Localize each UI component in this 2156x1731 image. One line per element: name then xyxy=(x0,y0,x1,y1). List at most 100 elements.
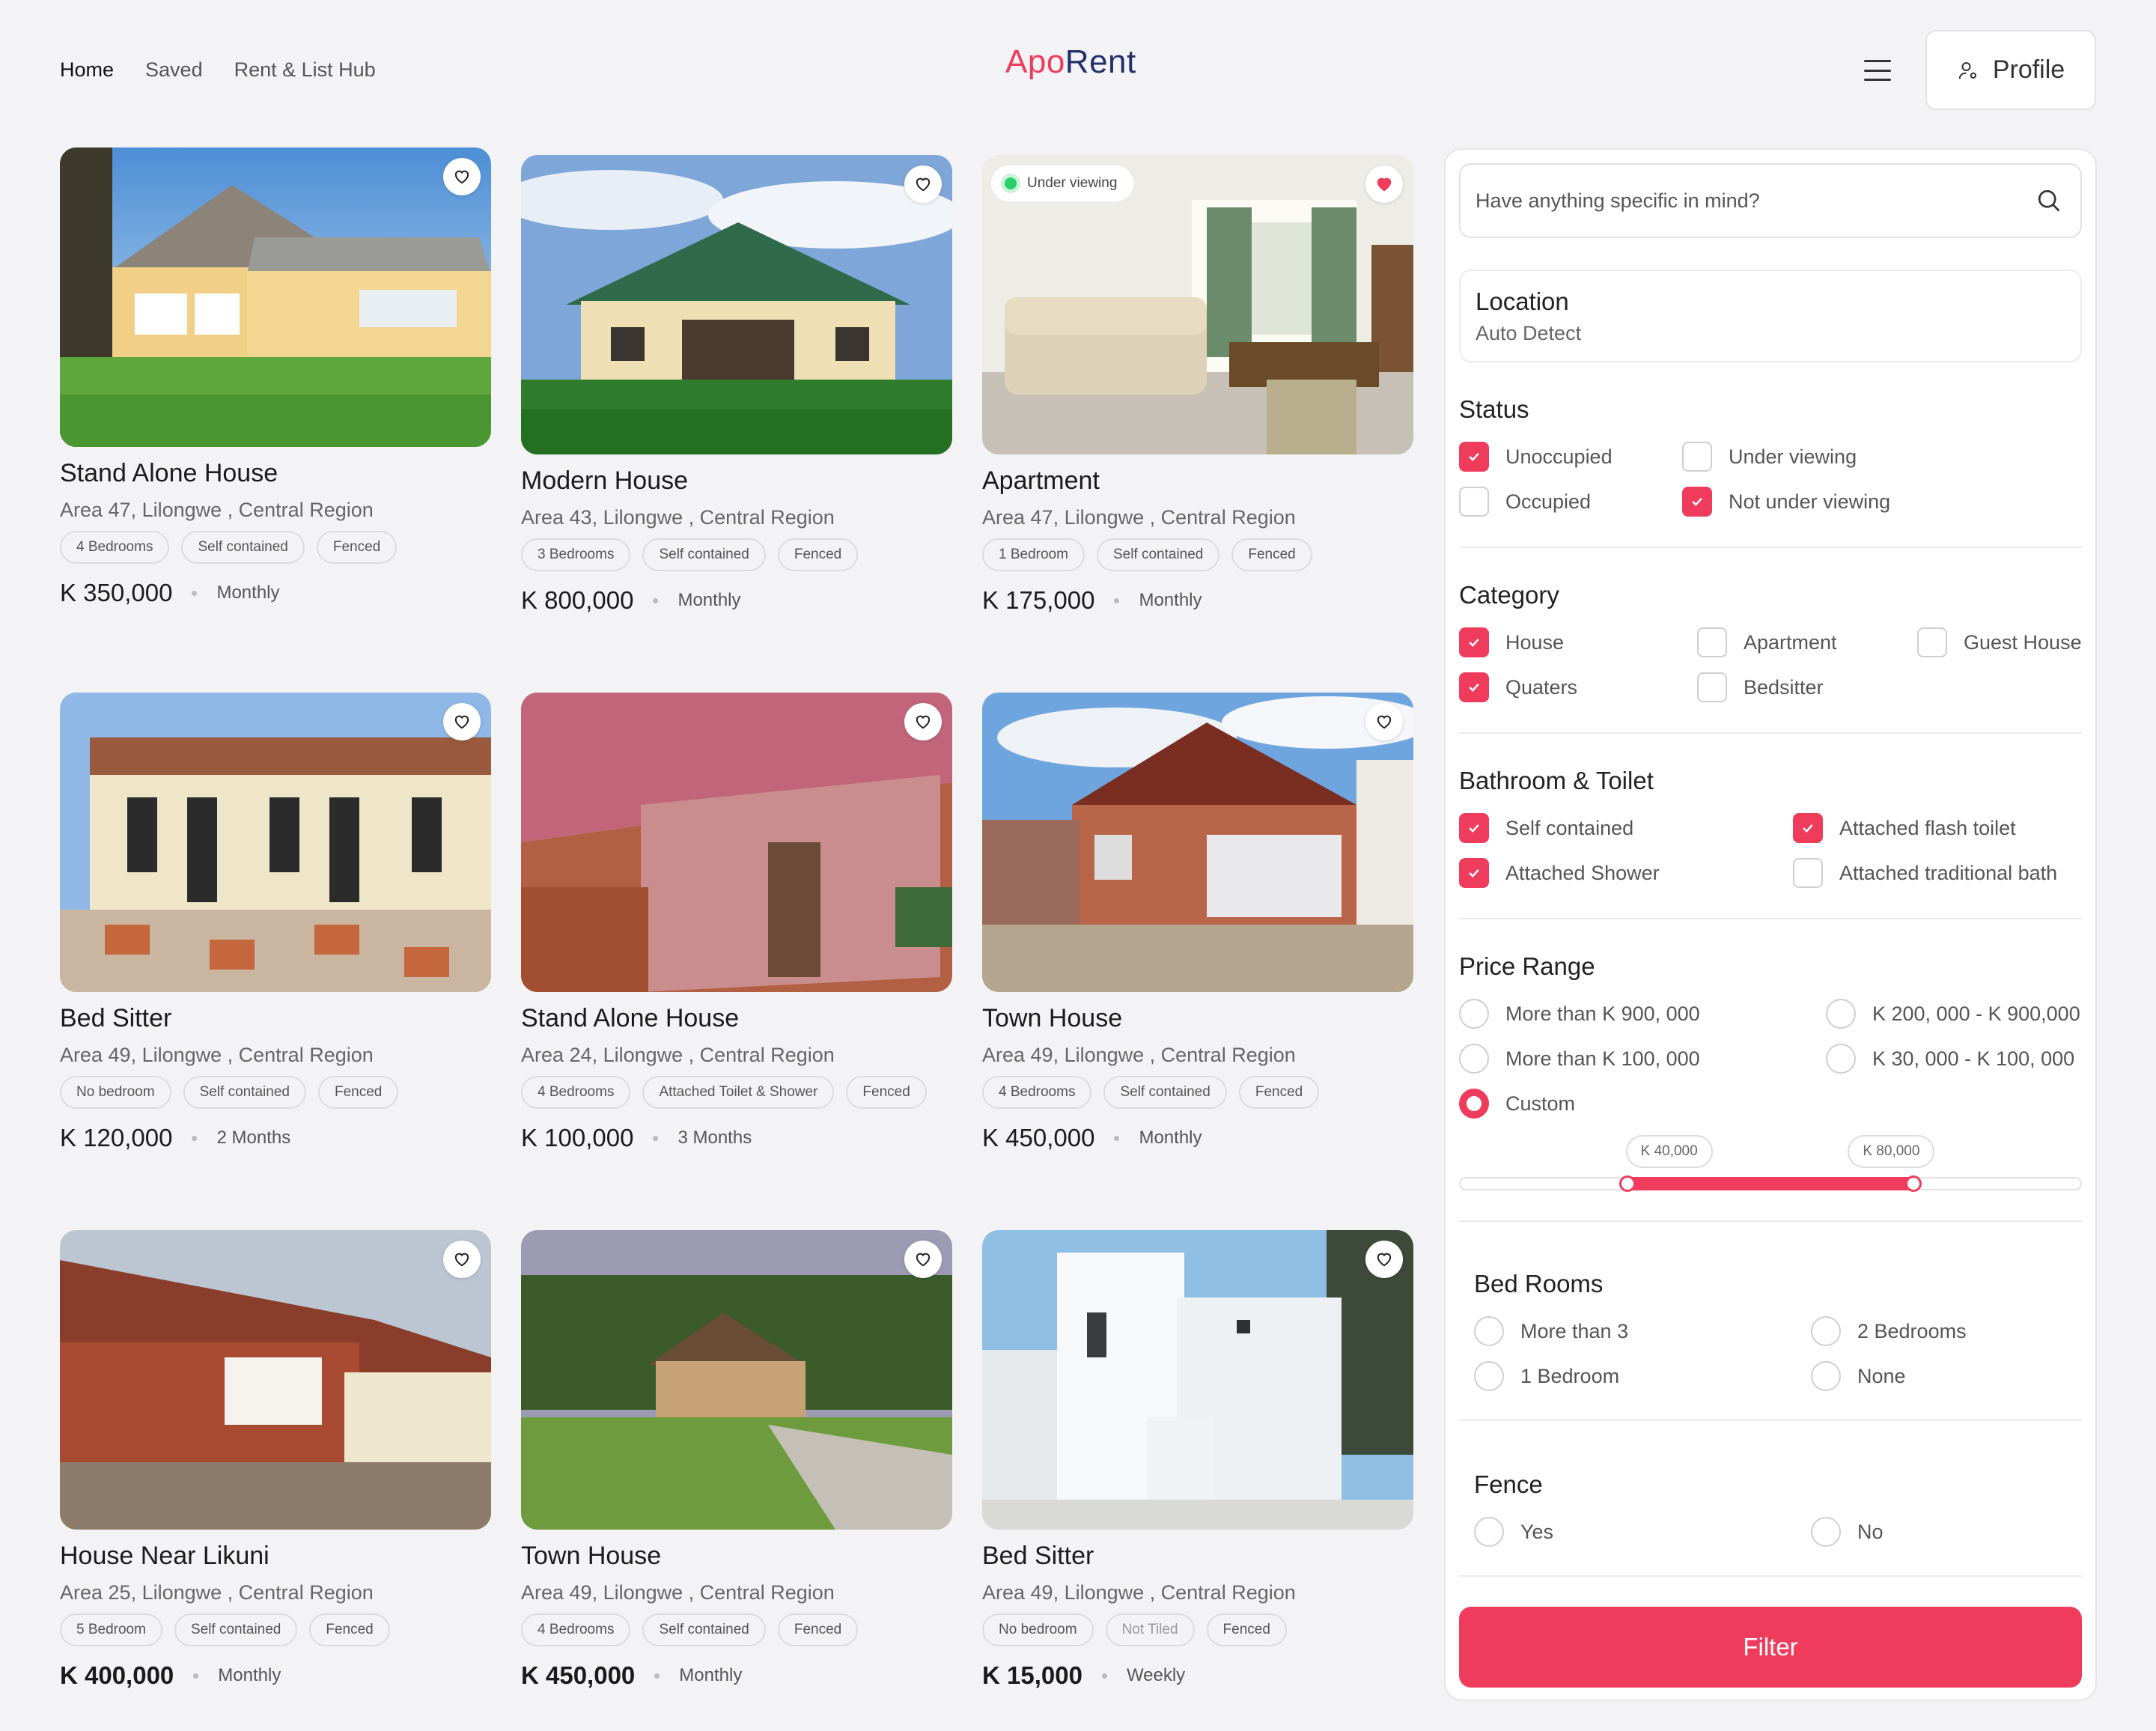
listing-card[interactable]: Stand Alone House Area 24, Lilongwe , Ce… xyxy=(521,693,952,1230)
favorite-heart-icon[interactable] xyxy=(1365,703,1403,740)
separator-dot xyxy=(653,1135,659,1141)
bathroom-flash-toilet-checkbox[interactable]: Attached flash toilet xyxy=(1793,813,2016,843)
fence-yes-radio[interactable]: Yes xyxy=(1474,1517,1553,1547)
favorite-heart-icon[interactable] xyxy=(1365,165,1403,203)
bedrooms-none-radio[interactable]: None xyxy=(1811,1361,1906,1391)
location-field[interactable]: Location Auto Detect xyxy=(1459,270,2082,362)
status-unoccupied-checkbox[interactable]: Unoccupied xyxy=(1459,442,1613,472)
listing-address: Area 43, Lilongwe , Central Region xyxy=(521,506,835,529)
nav-home-link[interactable]: Home xyxy=(60,58,114,82)
separator-dot xyxy=(1114,597,1120,603)
favorite-heart-icon[interactable] xyxy=(904,1241,942,1278)
listing-period: 3 Months xyxy=(677,1128,752,1148)
bedrooms-more-3-radio[interactable]: More than 3 xyxy=(1474,1316,1628,1346)
listing-tag: 5 Bedroom xyxy=(60,1613,162,1646)
checkbox-icon xyxy=(1697,627,1727,657)
category-guest-house-checkbox[interactable]: Guest House xyxy=(1917,627,2082,657)
divider xyxy=(1459,918,2082,919)
category-house-checkbox[interactable]: House xyxy=(1459,627,1564,657)
separator-dot xyxy=(653,597,659,603)
user-icon xyxy=(1958,61,1976,79)
search-field[interactable]: Have anything specific in mind? xyxy=(1459,163,2082,238)
listing-tag: Fenced xyxy=(1238,1076,1320,1109)
listing-card[interactable]: Stand Alone House Area 47, Lilongwe , Ce… xyxy=(60,147,491,685)
category-bedsitter-checkbox[interactable]: Bedsitter xyxy=(1697,672,1824,702)
top-nav: Home Saved Rent & List Hub xyxy=(60,58,376,82)
listing-tag: Fenced xyxy=(777,1613,859,1646)
status-occupied-checkbox[interactable]: Occupied xyxy=(1459,487,1591,517)
nav-saved-link[interactable]: Saved xyxy=(145,58,203,82)
radio-icon xyxy=(1459,999,1489,1029)
listing-photo[interactable] xyxy=(60,693,491,992)
nav-hub-link[interactable]: Rent & List Hub xyxy=(234,58,376,82)
status-under-viewing-checkbox[interactable]: Under viewing xyxy=(1682,442,1857,472)
listing-card[interactable]: Town House Area 49, Lilongwe , Central R… xyxy=(521,1230,952,1731)
favorite-heart-icon[interactable] xyxy=(443,158,481,195)
price-slider-track[interactable] xyxy=(1459,1177,2082,1190)
listing-photo[interactable] xyxy=(982,1230,1413,1530)
listing-card[interactable]: Bed Sitter Area 49, Lilongwe , Central R… xyxy=(60,693,491,1230)
listing-photo[interactable] xyxy=(521,693,952,992)
listing-card[interactable]: Town House Area 49, Lilongwe , Central R… xyxy=(982,693,1413,1230)
listing-price-row: K 450,000 Monthly xyxy=(982,1124,1413,1152)
favorite-heart-icon[interactable] xyxy=(904,703,942,740)
checkbox-checked-icon xyxy=(1459,813,1489,843)
listing-photo[interactable] xyxy=(521,1230,952,1530)
favorite-heart-icon[interactable] xyxy=(1365,1241,1403,1278)
price-more-900k-radio[interactable]: More than K 900, 000 xyxy=(1459,999,1700,1029)
listing-tag: Fenced xyxy=(317,1076,399,1109)
favorite-heart-icon[interactable] xyxy=(904,165,942,203)
listing-photo[interactable] xyxy=(982,693,1413,992)
listing-title: Town House xyxy=(982,1004,1123,1032)
favorite-heart-icon[interactable] xyxy=(443,703,481,740)
status-not-under-viewing-checkbox[interactable]: Not under viewing xyxy=(1682,487,1890,517)
listing-tag: Attached Toilet & Shower xyxy=(642,1076,835,1109)
listing-tags: 4 Bedrooms Self contained Fenced xyxy=(521,1613,952,1646)
bedrooms-two-radio[interactable]: 2 Bedrooms xyxy=(1811,1316,1967,1346)
price-more-100k-radio[interactable]: More than K 100, 000 xyxy=(1459,1044,1700,1074)
price-custom-radio[interactable]: Custom xyxy=(1459,1089,1575,1119)
favorite-heart-icon[interactable] xyxy=(443,1241,481,1278)
filter-button[interactable]: Filter xyxy=(1459,1607,2082,1688)
bathroom-self-contained-checkbox[interactable]: Self contained xyxy=(1459,813,1633,843)
hamburger-menu-icon[interactable] xyxy=(1864,60,1891,81)
price-slider-min-handle[interactable] xyxy=(1618,1175,1636,1192)
listing-grid: Stand Alone House Area 47, Lilongwe , Ce… xyxy=(60,147,1413,1731)
listing-card[interactable]: Bed Sitter Area 49, Lilongwe , Central R… xyxy=(982,1230,1413,1731)
option-label: Attached traditional bath xyxy=(1839,861,2058,884)
listing-photo[interactable] xyxy=(60,147,491,447)
listing-card[interactable]: House Near Likuni Area 25, Lilongwe , Ce… xyxy=(60,1230,491,1731)
fence-no-radio[interactable]: No xyxy=(1811,1517,1884,1547)
listing-period: Monthly xyxy=(218,1665,281,1685)
listing-card[interactable]: Under viewing Apartment Area 47, Lilongw… xyxy=(982,155,1413,693)
price-200k-900k-radio[interactable]: K 200, 000 - K 900,000 xyxy=(1826,999,2080,1029)
radio-icon xyxy=(1474,1316,1504,1346)
bedrooms-one-radio[interactable]: 1 Bedroom xyxy=(1474,1361,1619,1391)
listing-photo[interactable]: Under viewing xyxy=(982,155,1413,454)
checkbox-icon xyxy=(1793,858,1823,888)
listing-card[interactable]: Modern House Area 43, Lilongwe , Central… xyxy=(521,155,952,693)
bathroom-shower-checkbox[interactable]: Attached Shower xyxy=(1459,858,1660,888)
listing-address: Area 49, Lilongwe , Central Region xyxy=(982,1044,1296,1066)
bathroom-traditional-bath-checkbox[interactable]: Attached traditional bath xyxy=(1793,858,2057,888)
listing-price: K 175,000 xyxy=(982,586,1095,614)
search-icon[interactable] xyxy=(2035,187,2062,214)
category-quaters-checkbox[interactable]: Quaters xyxy=(1459,672,1577,702)
price-max-label: K 80,000 xyxy=(1848,1135,1935,1168)
listing-tag: No bedroom xyxy=(982,1613,1094,1646)
listing-title: Bed Sitter xyxy=(982,1542,1094,1570)
option-label: K 200, 000 - K 900,000 xyxy=(1872,1002,2080,1025)
listing-title: Modern House xyxy=(521,466,689,495)
listing-tags: 4 Bedrooms Attached Toilet & Shower Fenc… xyxy=(521,1076,952,1109)
listing-photo[interactable] xyxy=(60,1230,491,1530)
listing-period: Weekly xyxy=(1126,1665,1186,1685)
profile-button[interactable]: Profile xyxy=(1925,30,2096,110)
logo[interactable]: ApoRent xyxy=(1005,43,1136,81)
listing-price-row: K 15,000 Weekly xyxy=(982,1661,1413,1690)
price-30k-100k-radio[interactable]: K 30, 000 - K 100, 000 xyxy=(1826,1044,2074,1074)
divider xyxy=(1459,1420,2082,1421)
category-apartment-checkbox[interactable]: Apartment xyxy=(1697,627,1837,657)
listing-price: K 400,000 xyxy=(60,1661,174,1689)
listing-photo[interactable] xyxy=(521,155,952,454)
option-label: Not under viewing xyxy=(1729,490,1891,513)
